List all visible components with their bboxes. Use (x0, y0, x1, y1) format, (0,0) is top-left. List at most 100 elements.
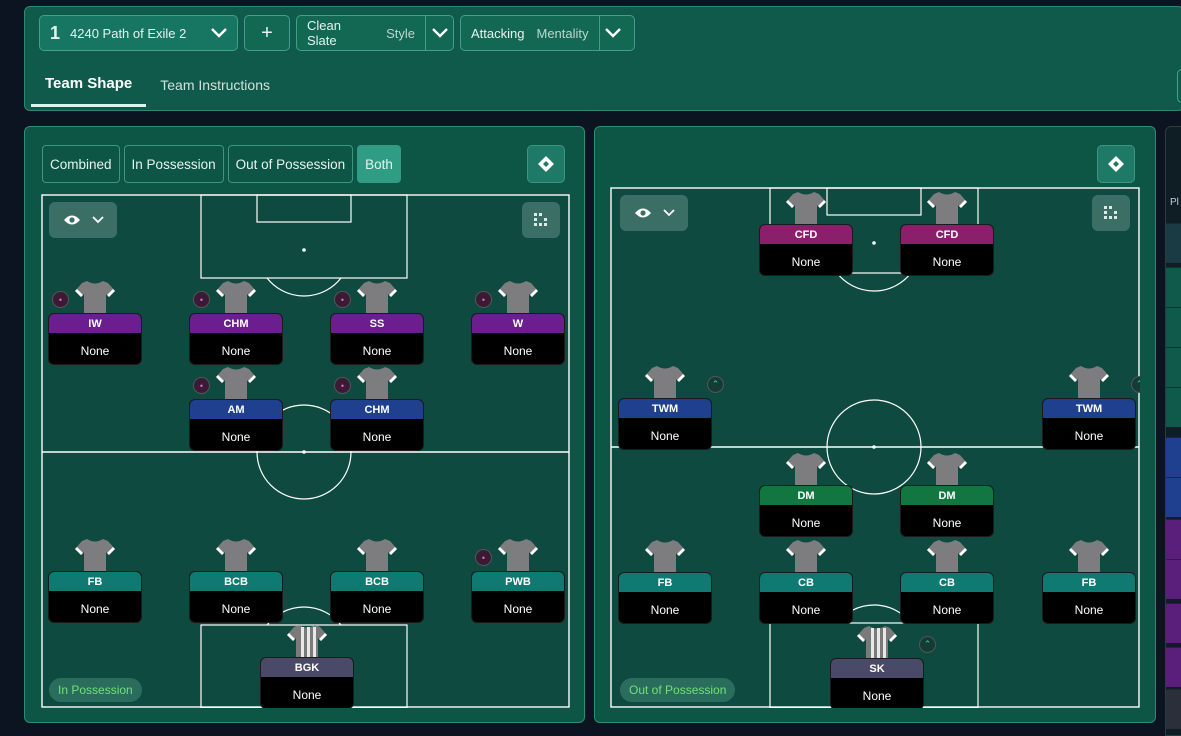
tactic-number: 1 (50, 22, 61, 43)
role-badge[interactable]: BCB None (330, 571, 424, 623)
list-item[interactable] (1166, 559, 1181, 599)
style-chevron[interactable] (425, 16, 453, 50)
shirt-icon (926, 190, 968, 226)
player-slot-twm[interactable]: ⌃ TWM None (618, 364, 724, 450)
role-badge[interactable]: CB None (759, 572, 853, 624)
player-name: None (362, 430, 392, 444)
role-badge[interactable]: CHM None (330, 399, 424, 451)
role-badge[interactable]: CFD None (900, 224, 994, 276)
list-item[interactable] (1166, 477, 1181, 517)
role-label: SS (331, 314, 423, 333)
add-tactic-button[interactable]: + (244, 15, 290, 51)
player-name: None (80, 344, 110, 358)
list-item[interactable] (1166, 437, 1181, 477)
visibility-toggle[interactable] (620, 195, 688, 231)
player-name: None (862, 689, 892, 703)
player-slot-fb[interactable]: FB None (618, 538, 712, 624)
tab-team-shape[interactable]: Team Shape (31, 63, 147, 107)
role-badge[interactable]: BCB None (189, 571, 283, 623)
mentality-chevron[interactable] (598, 16, 627, 50)
role-label: BGK (261, 658, 353, 677)
eye-icon (63, 215, 80, 225)
mentality-selector[interactable]: Attacking Mentality (460, 15, 635, 51)
segment-in-possession[interactable]: In Possession (123, 145, 224, 183)
role-badge[interactable]: FB None (618, 572, 712, 624)
player-slot-dm[interactable]: DM None (759, 451, 853, 537)
shirt-icon (644, 538, 686, 574)
list-item[interactable] (1166, 267, 1181, 307)
player-slot-iw[interactable]: • IW None (48, 279, 142, 365)
list-item[interactable] (1166, 347, 1181, 387)
player-slot-chm[interactable]: • CHM None (330, 365, 424, 451)
tab-team-instructions[interactable]: Team Instructions (146, 63, 284, 107)
instruction-indicator-icon: • (193, 377, 210, 394)
role-badge[interactable]: AM None (189, 399, 283, 451)
instruction-indicator-icon: • (475, 291, 492, 308)
instruction-indicator-icon: • (334, 291, 351, 308)
list-item[interactable] (1166, 307, 1181, 347)
player-slot-chm[interactable]: • CHM None (189, 279, 283, 365)
player-slot-fb[interactable]: FB None (48, 537, 142, 623)
phase-tag-out-of-possession: Out of Possession (620, 678, 736, 702)
player-slot-dm[interactable]: DM None (900, 451, 994, 537)
player-slot-w[interactable]: • W None (471, 279, 565, 365)
role-label: BCB (190, 572, 282, 591)
role-badge[interactable]: W None (471, 313, 565, 365)
list-item[interactable] (1166, 519, 1181, 559)
role-badge[interactable]: DM None (759, 485, 853, 537)
player-slot-bcb[interactable]: BCB None (189, 537, 283, 623)
player-slot-ss[interactable]: • SS None (330, 279, 424, 365)
list-item[interactable] (1166, 387, 1181, 427)
layout-grid-button[interactable] (522, 202, 560, 238)
player-slot-fb[interactable]: FB None (1042, 538, 1136, 624)
role-badge[interactable]: SS None (330, 313, 424, 365)
role-badge[interactable]: CHM None (189, 313, 283, 365)
role-badge[interactable]: FB None (48, 571, 142, 623)
role-badge[interactable]: SK None (830, 658, 924, 708)
list-item[interactable] (1166, 689, 1181, 729)
role-badge[interactable]: DM None (900, 485, 994, 537)
player-name: None (80, 602, 110, 616)
role-badge[interactable]: TWM None (618, 398, 712, 450)
shirt-icon (356, 365, 398, 401)
style-label: Style (386, 25, 416, 41)
toolbar-right-button[interactable] (1177, 69, 1181, 103)
player-slot-cb[interactable]: CB None (759, 538, 853, 624)
role-badge[interactable]: PWB None (471, 571, 565, 623)
role-badge[interactable]: BGK None (260, 657, 354, 708)
list-item[interactable] (1166, 603, 1181, 643)
style-selector[interactable]: Clean Slate Style (296, 15, 454, 51)
player-slot-am[interactable]: • AM None (189, 365, 283, 451)
player-slot-twm[interactable]: ⌃ TWM None (1042, 364, 1140, 450)
list-item[interactable] (1166, 223, 1181, 263)
tactic-selector[interactable]: 1 4240 Path of Exile 2 (39, 15, 238, 51)
role-badge[interactable]: TWM None (1042, 398, 1136, 450)
role-badge[interactable]: CFD None (759, 224, 853, 276)
role-label: DM (901, 486, 993, 505)
player-slot-bcb[interactable]: BCB None (330, 537, 424, 623)
player-slot-cfd[interactable]: CFD None (759, 190, 853, 276)
segment-both[interactable]: Both (357, 145, 401, 183)
role-label: FB (619, 573, 711, 592)
segment-combined[interactable]: Combined (42, 145, 120, 183)
role-badge[interactable]: CB None (900, 572, 994, 624)
list-item[interactable] (1166, 647, 1181, 687)
segment-out-of-possession[interactable]: Out of Possession (227, 145, 354, 183)
player-slot-cfd[interactable]: CFD None (900, 190, 994, 276)
player-slot-pwb[interactable]: • PWB None (471, 537, 565, 623)
layout-grid-button[interactable] (1092, 195, 1130, 231)
player-slot-sk[interactable]: ⌃ SK None (830, 624, 936, 708)
visibility-toggle[interactable] (49, 202, 117, 238)
role-badge[interactable]: IW None (48, 313, 142, 365)
tactic-name: 4240 Path of Exile 2 (70, 25, 187, 41)
player-name: None (221, 602, 251, 616)
player-slot-bgk[interactable]: BGK None (260, 623, 354, 708)
role-label: PWB (472, 572, 564, 591)
player-slot-cb[interactable]: CB None (900, 538, 994, 624)
tactics-toolbar: 1 4240 Path of Exile 2 + Clean Slate Sty… (24, 6, 1181, 111)
player-name: None (1074, 603, 1104, 617)
tactics-board-button[interactable] (527, 145, 565, 183)
tactics-board-button[interactable] (1097, 145, 1135, 183)
tab-bar: Team Shape Team Instructions (31, 63, 284, 107)
role-badge[interactable]: FB None (1042, 572, 1136, 624)
